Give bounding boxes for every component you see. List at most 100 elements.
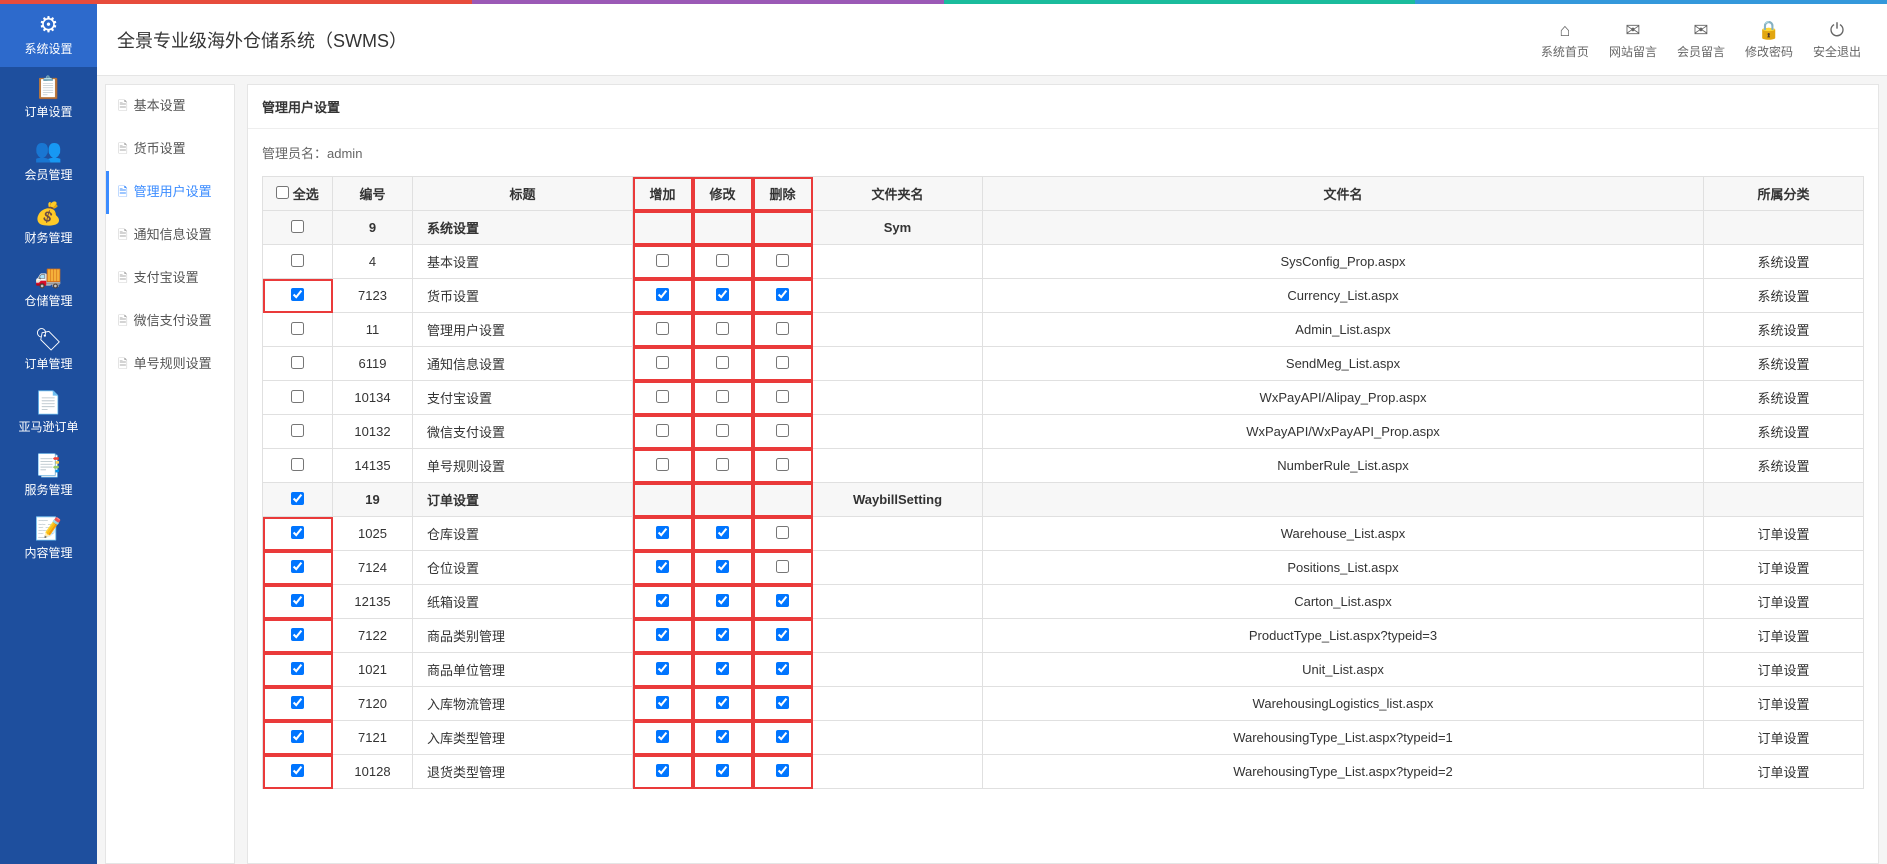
delete-checkbox[interactable] (776, 764, 789, 777)
sidebar-item-4[interactable]: 🚚仓储管理 (0, 256, 97, 319)
delete-checkbox[interactable] (776, 730, 789, 743)
delete-checkbox[interactable] (776, 390, 789, 403)
row-checkbox[interactable] (291, 526, 304, 539)
add-checkbox[interactable] (656, 730, 669, 743)
header-action-label: 会员留言 (1677, 45, 1725, 59)
header-action-3[interactable]: 🔒修改密码 (1739, 20, 1799, 60)
subnav-item-1[interactable]: 货币设置 (106, 128, 234, 171)
edit-checkbox[interactable] (716, 628, 729, 641)
edit-checkbox[interactable] (716, 696, 729, 709)
edit-checkbox[interactable] (716, 560, 729, 573)
add-checkbox[interactable] (656, 254, 669, 267)
add-checkbox[interactable] (656, 458, 669, 471)
row-checkbox[interactable] (291, 628, 304, 641)
header-action-1[interactable]: ✉网站留言 (1603, 20, 1663, 60)
cell-folder (813, 517, 983, 551)
add-checkbox[interactable] (656, 424, 669, 437)
delete-checkbox[interactable] (776, 356, 789, 369)
edit-checkbox[interactable] (716, 730, 729, 743)
cell-folder (813, 619, 983, 653)
add-checkbox[interactable] (656, 526, 669, 539)
row-checkbox[interactable] (291, 696, 304, 709)
delete-checkbox[interactable] (776, 322, 789, 335)
sidebar-item-3[interactable]: 💰财务管理 (0, 193, 97, 256)
sidebar-item-1[interactable]: 📋订单设置 (0, 67, 97, 130)
header-action-4[interactable]: ⏻安全退出 (1807, 20, 1867, 60)
sidebar-item-6[interactable]: 📄亚马逊订单 (0, 382, 97, 445)
sidebar-item-5[interactable]: 🏷订单管理 (0, 319, 97, 382)
edit-checkbox[interactable] (716, 764, 729, 777)
edit-checkbox[interactable] (716, 662, 729, 675)
subnav-item-6[interactable]: 单号规则设置 (106, 343, 234, 386)
header-action-2[interactable]: ✉会员留言 (1671, 20, 1731, 60)
edit-checkbox[interactable] (716, 390, 729, 403)
add-checkbox[interactable] (656, 628, 669, 641)
cell-del (753, 245, 813, 279)
sidebar-item-8[interactable]: 📝内容管理 (0, 508, 97, 571)
cell-id: 14135 (333, 449, 413, 483)
cell-select (263, 381, 333, 415)
row-checkbox[interactable] (291, 254, 304, 267)
sidebar-label: 仓储管理 (24, 294, 72, 308)
edit-checkbox[interactable] (716, 322, 729, 335)
sidebar-item-0[interactable]: ⚙系统设置 (0, 4, 97, 67)
cell-edit (693, 619, 753, 653)
add-checkbox[interactable] (656, 322, 669, 335)
row-checkbox[interactable] (291, 662, 304, 675)
cell-id: 10134 (333, 381, 413, 415)
table-row: 1021商品单位管理Unit_List.aspx订单设置 (263, 653, 1864, 687)
row-checkbox[interactable] (291, 288, 304, 301)
subnav-item-3[interactable]: 通知信息设置 (106, 214, 234, 257)
row-checkbox[interactable] (291, 492, 304, 505)
row-checkbox[interactable] (291, 220, 304, 233)
add-checkbox[interactable] (656, 356, 669, 369)
subnav-item-4[interactable]: 支付宝设置 (106, 257, 234, 300)
delete-checkbox[interactable] (776, 458, 789, 471)
delete-checkbox[interactable] (776, 254, 789, 267)
add-checkbox[interactable] (656, 288, 669, 301)
sidebar-icon: 👥 (0, 140, 97, 162)
delete-checkbox[interactable] (776, 628, 789, 641)
add-checkbox[interactable] (656, 560, 669, 573)
edit-checkbox[interactable] (716, 356, 729, 369)
subnav-item-0[interactable]: 基本设置 (106, 85, 234, 128)
row-checkbox[interactable] (291, 424, 304, 437)
edit-checkbox[interactable] (716, 288, 729, 301)
edit-checkbox[interactable] (716, 594, 729, 607)
delete-checkbox[interactable] (776, 696, 789, 709)
header-action-0[interactable]: ⌂系统首页 (1535, 20, 1595, 60)
cell-title: 通知信息设置 (413, 347, 633, 381)
add-checkbox[interactable] (656, 696, 669, 709)
add-checkbox[interactable] (656, 594, 669, 607)
row-checkbox[interactable] (291, 730, 304, 743)
cell-id: 7121 (333, 721, 413, 755)
delete-checkbox[interactable] (776, 288, 789, 301)
row-checkbox[interactable] (291, 560, 304, 573)
add-checkbox[interactable] (656, 662, 669, 675)
subnav-item-5[interactable]: 微信支付设置 (106, 300, 234, 343)
row-checkbox[interactable] (291, 390, 304, 403)
row-checkbox[interactable] (291, 764, 304, 777)
delete-checkbox[interactable] (776, 594, 789, 607)
delete-checkbox[interactable] (776, 662, 789, 675)
sidebar-item-2[interactable]: 👥会员管理 (0, 130, 97, 193)
edit-checkbox[interactable] (716, 526, 729, 539)
sidebar-item-7[interactable]: 📑服务管理 (0, 445, 97, 508)
row-checkbox[interactable] (291, 458, 304, 471)
delete-checkbox[interactable] (776, 560, 789, 573)
row-checkbox[interactable] (291, 594, 304, 607)
add-checkbox[interactable] (656, 764, 669, 777)
edit-checkbox[interactable] (716, 424, 729, 437)
cell-edit (693, 279, 753, 313)
row-checkbox[interactable] (291, 356, 304, 369)
edit-checkbox[interactable] (716, 254, 729, 267)
add-checkbox[interactable] (656, 390, 669, 403)
subnav-item-2[interactable]: 管理用户设置 (106, 171, 234, 214)
delete-checkbox[interactable] (776, 424, 789, 437)
cell-cat: 系统设置 (1704, 381, 1864, 415)
delete-checkbox[interactable] (776, 526, 789, 539)
row-checkbox[interactable] (291, 322, 304, 335)
cell-del (753, 687, 813, 721)
edit-checkbox[interactable] (716, 458, 729, 471)
select-all-checkbox[interactable] (276, 186, 289, 199)
